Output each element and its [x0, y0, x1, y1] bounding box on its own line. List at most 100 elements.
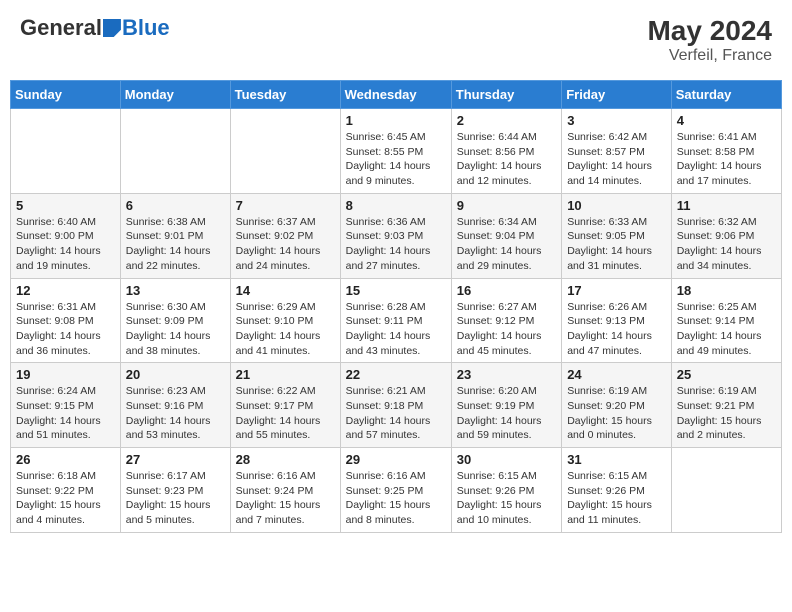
- day-number: 27: [126, 452, 225, 467]
- day-info: Sunrise: 6:42 AMSunset: 8:57 PMDaylight:…: [567, 130, 666, 189]
- day-number: 10: [567, 198, 666, 213]
- table-row: 20 Sunrise: 6:23 AMSunset: 9:16 PMDayligh…: [120, 363, 230, 448]
- header-saturday: Saturday: [671, 81, 781, 109]
- day-info: Sunrise: 6:40 AMSunset: 9:00 PMDaylight:…: [16, 215, 115, 274]
- table-row: 26Sunrise: 6:18 AMSunset: 9:22 PMDayligh…: [11, 448, 121, 533]
- table-row: 10 Sunrise: 6:33 AMSunset: 9:05 PMDayligh…: [562, 193, 672, 278]
- table-row: 25 Sunrise: 6:19 AMSunset: 9:21 PMDayligh…: [671, 363, 781, 448]
- day-number: 14: [236, 283, 335, 298]
- logo-general-text: General: [20, 15, 102, 41]
- day-info: Sunrise: 6:31 AMSunset: 9:08 PMDaylight:…: [16, 300, 115, 359]
- table-row: 4 Sunrise: 6:41 AMSunset: 8:58 PMDaylight…: [671, 109, 781, 194]
- logo: General Blue: [20, 15, 170, 41]
- day-number: 4: [677, 113, 776, 128]
- day-number: 11: [677, 198, 776, 213]
- day-info: Sunrise: 6:19 AMSunset: 9:21 PMDaylight:…: [677, 384, 776, 443]
- day-info: Sunrise: 6:28 AMSunset: 9:11 PMDaylight:…: [346, 300, 446, 359]
- day-info: Sunrise: 6:25 AMSunset: 9:14 PMDaylight:…: [677, 300, 776, 359]
- day-info: Sunrise: 6:23 AMSunset: 9:16 PMDaylight:…: [126, 384, 225, 443]
- day-number: 21: [236, 367, 335, 382]
- day-number: 6: [126, 198, 225, 213]
- header-tuesday: Tuesday: [230, 81, 340, 109]
- day-info: Sunrise: 6:21 AMSunset: 9:18 PMDaylight:…: [346, 384, 446, 443]
- day-number: 28: [236, 452, 335, 467]
- table-row: 23 Sunrise: 6:20 AMSunset: 9:19 PMDayligh…: [451, 363, 561, 448]
- day-info: Sunrise: 6:19 AMSunset: 9:20 PMDaylight:…: [567, 384, 666, 443]
- day-info: Sunrise: 6:33 AMSunset: 9:05 PMDaylight:…: [567, 215, 666, 274]
- table-row: 24 Sunrise: 6:19 AMSunset: 9:20 PMDayligh…: [562, 363, 672, 448]
- table-row: 2Sunrise: 6:44 AMSunset: 8:56 PMDaylight…: [451, 109, 561, 194]
- day-number: 12: [16, 283, 115, 298]
- table-row: 31Sunrise: 6:15 AMSunset: 9:26 PMDayligh…: [562, 448, 672, 533]
- logo-blue-text: Blue: [122, 15, 170, 41]
- calendar-week-row: 19Sunrise: 6:24 AMSunset: 9:15 PMDayligh…: [11, 363, 782, 448]
- day-info: Sunrise: 6:15 AMSunset: 9:26 PMDaylight:…: [567, 469, 666, 528]
- day-number: 20: [126, 367, 225, 382]
- day-number: 30: [457, 452, 556, 467]
- day-info: Sunrise: 6:32 AMSunset: 9:06 PMDaylight:…: [677, 215, 776, 274]
- table-row: 22Sunrise: 6:21 AMSunset: 9:18 PMDayligh…: [340, 363, 451, 448]
- table-row: [230, 109, 340, 194]
- table-row: 28 Sunrise: 6:16 AMSunset: 9:24 PMDayligh…: [230, 448, 340, 533]
- day-info: Sunrise: 6:36 AMSunset: 9:03 PMDaylight:…: [346, 215, 446, 274]
- day-number: 2: [457, 113, 556, 128]
- table-row: 29Sunrise: 6:16 AMSunset: 9:25 PMDayligh…: [340, 448, 451, 533]
- table-row: 6 Sunrise: 6:38 AMSunset: 9:01 PMDaylight…: [120, 193, 230, 278]
- day-number: 25: [677, 367, 776, 382]
- day-number: 16: [457, 283, 556, 298]
- table-row: 27 Sunrise: 6:17 AMSunset: 9:23 PMDayligh…: [120, 448, 230, 533]
- title-section: May 2024 Verfeil, France: [647, 15, 772, 65]
- day-info: Sunrise: 6:45 AMSunset: 8:55 PMDaylight:…: [346, 130, 446, 189]
- day-info: Sunrise: 6:17 AMSunset: 9:23 PMDaylight:…: [126, 469, 225, 528]
- table-row: 15 Sunrise: 6:28 AMSunset: 9:11 PMDayligh…: [340, 278, 451, 363]
- day-number: 19: [16, 367, 115, 382]
- table-row: 5Sunrise: 6:40 AMSunset: 9:00 PMDaylight…: [11, 193, 121, 278]
- logo-icon: [103, 19, 121, 37]
- day-number: 8: [346, 198, 446, 213]
- day-info: Sunrise: 6:37 AMSunset: 9:02 PMDaylight:…: [236, 215, 335, 274]
- table-row: 8 Sunrise: 6:36 AMSunset: 9:03 PMDaylight…: [340, 193, 451, 278]
- day-info: Sunrise: 6:20 AMSunset: 9:19 PMDaylight:…: [457, 384, 556, 443]
- calendar-header-row: Sunday Monday Tuesday Wednesday Thursday…: [11, 81, 782, 109]
- day-number: 23: [457, 367, 556, 382]
- day-number: 9: [457, 198, 556, 213]
- header-friday: Friday: [562, 81, 672, 109]
- day-info: Sunrise: 6:38 AMSunset: 9:01 PMDaylight:…: [126, 215, 225, 274]
- table-row: 13Sunrise: 6:30 AMSunset: 9:09 PMDayligh…: [120, 278, 230, 363]
- day-number: 3: [567, 113, 666, 128]
- day-info: Sunrise: 6:41 AMSunset: 8:58 PMDaylight:…: [677, 130, 776, 189]
- calendar-table: Sunday Monday Tuesday Wednesday Thursday…: [10, 80, 782, 533]
- table-row: 30 Sunrise: 6:15 AMSunset: 9:26 PMDayligh…: [451, 448, 561, 533]
- header-thursday: Thursday: [451, 81, 561, 109]
- calendar-week-row: 26Sunrise: 6:18 AMSunset: 9:22 PMDayligh…: [11, 448, 782, 533]
- table-row: 7Sunrise: 6:37 AMSunset: 9:02 PMDaylight…: [230, 193, 340, 278]
- location-subtitle: Verfeil, France: [647, 47, 772, 65]
- day-info: Sunrise: 6:27 AMSunset: 9:12 PMDaylight:…: [457, 300, 556, 359]
- table-row: 18 Sunrise: 6:25 AMSunset: 9:14 PMDayligh…: [671, 278, 781, 363]
- day-info: Sunrise: 6:18 AMSunset: 9:22 PMDaylight:…: [16, 469, 115, 528]
- table-row: 21 Sunrise: 6:22 AMSunset: 9:17 PMDayligh…: [230, 363, 340, 448]
- day-info: Sunrise: 6:15 AMSunset: 9:26 PMDaylight:…: [457, 469, 556, 528]
- table-row: 3 Sunrise: 6:42 AMSunset: 8:57 PMDaylight…: [562, 109, 672, 194]
- day-number: 18: [677, 283, 776, 298]
- day-number: 24: [567, 367, 666, 382]
- day-number: 15: [346, 283, 446, 298]
- table-row: 16 Sunrise: 6:27 AMSunset: 9:12 PMDayligh…: [451, 278, 561, 363]
- calendar-week-row: 1 Sunrise: 6:45 AMSunset: 8:55 PMDaylight…: [11, 109, 782, 194]
- table-row: 12 Sunrise: 6:31 AMSunset: 9:08 PMDayligh…: [11, 278, 121, 363]
- header-sunday: Sunday: [11, 81, 121, 109]
- table-row: 14 Sunrise: 6:29 AMSunset: 9:10 PMDayligh…: [230, 278, 340, 363]
- day-info: Sunrise: 6:22 AMSunset: 9:17 PMDaylight:…: [236, 384, 335, 443]
- page-header: General Blue May 2024 Verfeil, France: [10, 10, 782, 70]
- day-info: Sunrise: 6:26 AMSunset: 9:13 PMDaylight:…: [567, 300, 666, 359]
- day-info: Sunrise: 6:34 AMSunset: 9:04 PMDaylight:…: [457, 215, 556, 274]
- table-row: [11, 109, 121, 194]
- day-info: Sunrise: 6:29 AMSunset: 9:10 PMDaylight:…: [236, 300, 335, 359]
- day-number: 1: [346, 113, 446, 128]
- table-row: 17Sunrise: 6:26 AMSunset: 9:13 PMDayligh…: [562, 278, 672, 363]
- calendar-week-row: 5Sunrise: 6:40 AMSunset: 9:00 PMDaylight…: [11, 193, 782, 278]
- day-number: 13: [126, 283, 225, 298]
- day-number: 29: [346, 452, 446, 467]
- day-info: Sunrise: 6:16 AMSunset: 9:24 PMDaylight:…: [236, 469, 335, 528]
- table-row: [671, 448, 781, 533]
